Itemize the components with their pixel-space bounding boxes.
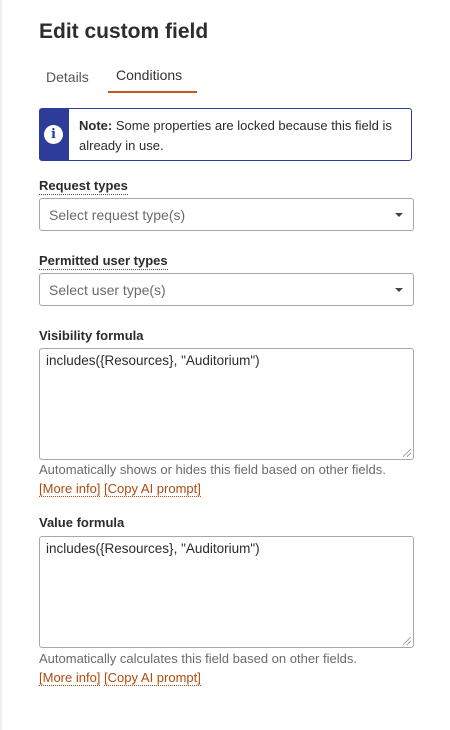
visibility-copy-ai-prompt-link[interactable]: [Copy AI prompt] (104, 481, 201, 497)
tab-details[interactable]: Details (46, 69, 89, 85)
page-title: Edit custom field (39, 20, 209, 43)
visibility-help-text: Automatically shows or hides this field … (39, 462, 386, 477)
permitted-user-types-placeholder: Select user type(s) (49, 282, 166, 298)
value-more-info-link[interactable]: [More info] (39, 670, 101, 686)
info-icon: i (44, 125, 63, 144)
active-tab-indicator (108, 91, 197, 93)
visibility-more-info-link[interactable]: [More info] (39, 481, 101, 497)
tab-conditions[interactable]: Conditions (116, 67, 182, 83)
note-icon-box: i (40, 109, 69, 160)
value-help-text: Automatically calculates this field base… (39, 651, 357, 666)
locked-note-banner: i Note: Some properties are locked becau… (39, 108, 412, 161)
visibility-formula-label: Visibility formula (39, 328, 144, 343)
request-types-select[interactable]: Select request type(s) (39, 198, 414, 231)
value-formula-value: includes({Resources}, "Auditorium") (46, 541, 260, 556)
value-formula-label: Value formula (39, 515, 125, 530)
note-prefix: Note: (79, 118, 113, 133)
permitted-user-types-select[interactable]: Select user type(s) (39, 273, 414, 306)
visibility-formula-help: Automatically shows or hides this field … (39, 460, 414, 498)
value-formula-help: Automatically calculates this field base… (39, 649, 414, 687)
note-message: Note: Some properties are locked because… (79, 116, 399, 156)
value-copy-ai-prompt-link[interactable]: [Copy AI prompt] (104, 670, 201, 686)
panel-left-border (0, 0, 2, 730)
resize-handle-icon[interactable] (403, 637, 411, 645)
permitted-user-types-label: Permitted user types (39, 253, 168, 270)
chevron-down-icon (395, 288, 403, 292)
resize-handle-icon[interactable] (403, 449, 411, 457)
visibility-formula-input[interactable]: includes({Resources}, "Auditorium") (39, 348, 414, 460)
request-types-placeholder: Select request type(s) (49, 207, 186, 223)
note-body: Some properties are locked because this … (79, 118, 392, 153)
request-types-label: Request types (39, 178, 128, 195)
value-formula-input[interactable]: includes({Resources}, "Auditorium") (39, 536, 414, 648)
chevron-down-icon (395, 213, 403, 217)
visibility-formula-value: includes({Resources}, "Auditorium") (46, 353, 260, 368)
